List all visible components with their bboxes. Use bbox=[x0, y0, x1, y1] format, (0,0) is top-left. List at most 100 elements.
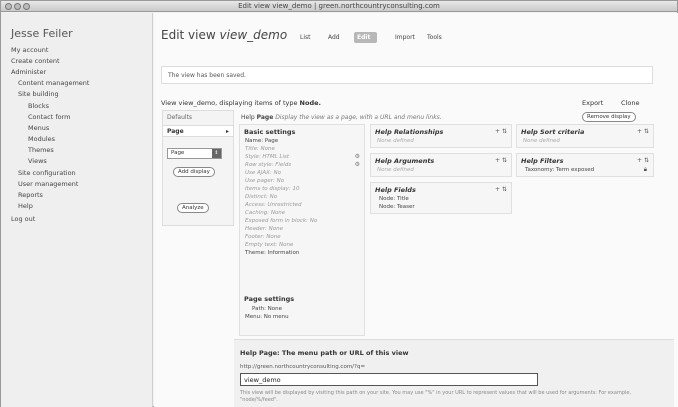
gear-icon[interactable]: ⚙ bbox=[355, 153, 360, 160]
sidebar-item-site-configuration[interactable]: Site configuration bbox=[18, 169, 76, 177]
setting-items-to-display[interactable]: Items to display: 10 bbox=[245, 186, 300, 192]
sidebar-item-contact-form[interactable]: Contact form bbox=[28, 113, 71, 121]
setting-header[interactable]: Header: None bbox=[245, 226, 283, 232]
display-help-line: Help Page Display the view as a page, wi… bbox=[241, 114, 442, 121]
add-rearrange-icon[interactable]: + ⇅ bbox=[637, 157, 649, 164]
clone-link[interactable]: Clone bbox=[621, 99, 639, 107]
tab-import[interactable]: Import bbox=[392, 32, 418, 43]
sort-criteria-heading: Help Sort criteria bbox=[521, 128, 585, 136]
page-title-prefix: Edit view bbox=[161, 28, 216, 42]
field-item[interactable]: Node: Teaser bbox=[379, 204, 415, 210]
help-description: Display the view as a page, with a URL a… bbox=[275, 114, 442, 121]
setting-use-pager[interactable]: Use pager: No bbox=[245, 178, 284, 184]
browser-window: Edit view view_demo | green.northcountry… bbox=[0, 0, 678, 407]
setting-menu[interactable]: Menu: No menu bbox=[245, 314, 289, 320]
basic-settings-panel: Basic settings Name: Page Title: None St… bbox=[239, 124, 365, 336]
tab-tools[interactable]: Tools bbox=[424, 32, 445, 43]
add-rearrange-icon[interactable]: + ⇅ bbox=[637, 128, 649, 135]
setting-title[interactable]: Title: None bbox=[245, 146, 275, 152]
window-title: Edit view view_demo | green.northcountry… bbox=[238, 2, 440, 10]
sidebar-item-themes[interactable]: Themes bbox=[28, 146, 54, 154]
main-content: Edit view view_demo List Add Edit Import… bbox=[154, 13, 678, 407]
sort-criteria-panel: Help Sort criteria + ⇅ None defined bbox=[516, 124, 654, 148]
lock-icon: 🔒︎ bbox=[643, 166, 647, 173]
gear-icon[interactable]: ⚙ bbox=[355, 161, 360, 168]
displays-column: Defaults Page ▸ Page ⇕ Add display Analy… bbox=[162, 110, 234, 226]
view-summary-text: View view_demo, displaying items of type bbox=[161, 99, 298, 107]
setting-exposed-form[interactable]: Exposed form in block: No bbox=[245, 218, 317, 224]
sidebar-item-create-content[interactable]: Create content bbox=[11, 57, 60, 65]
add-display-button[interactable]: Add display bbox=[173, 167, 215, 177]
setting-use-ajax[interactable]: Use AJAX: No bbox=[245, 170, 281, 176]
export-link[interactable]: Export bbox=[582, 99, 603, 107]
add-rearrange-icon[interactable]: + ⇅ bbox=[495, 186, 507, 193]
tab-list[interactable]: List bbox=[297, 32, 314, 43]
relationships-heading: Help Relationships bbox=[375, 128, 444, 136]
arguments-heading: Help Arguments bbox=[375, 157, 435, 165]
display-type-select-value: Page bbox=[171, 150, 185, 156]
sidebar-item-views[interactable]: Views bbox=[28, 157, 47, 165]
page-display-label: Page bbox=[167, 128, 184, 135]
remove-display-button[interactable]: Remove display bbox=[582, 112, 636, 122]
page-title: Edit view view_demo bbox=[161, 28, 287, 42]
sidebar-item-modules[interactable]: Modules bbox=[28, 135, 55, 143]
page-settings-heading: Page settings bbox=[244, 295, 295, 303]
filters-heading: Help Filters bbox=[521, 157, 564, 165]
sidebar-item-log-out[interactable]: Log out bbox=[11, 215, 35, 223]
user-name[interactable]: Jesse Feiler bbox=[11, 27, 73, 40]
sidebar-item-content-management[interactable]: Content management bbox=[18, 79, 89, 87]
setting-empty-text[interactable]: Empty text: None bbox=[245, 242, 293, 248]
setting-style[interactable]: Style: HTML List bbox=[245, 154, 289, 160]
sidebar-item-user-management[interactable]: User management bbox=[18, 180, 78, 188]
status-message: The view has been saved. bbox=[161, 66, 653, 84]
relationships-empty: None defined bbox=[377, 138, 414, 144]
fields-heading: Help Fields bbox=[375, 186, 416, 194]
setting-theme[interactable]: Theme: Information bbox=[245, 250, 299, 256]
setting-distinct[interactable]: Distinct: No bbox=[245, 194, 277, 200]
sort-criteria-empty: None defined bbox=[523, 138, 560, 144]
path-settings-panel: Help Page: The menu path or URL of this … bbox=[234, 339, 674, 407]
path-settings-heading: Help Page: The menu path or URL of this … bbox=[240, 349, 409, 357]
add-rearrange-icon[interactable]: + ⇅ bbox=[495, 157, 507, 164]
tab-add[interactable]: Add bbox=[325, 32, 343, 43]
setting-path[interactable]: Path: None bbox=[252, 306, 282, 312]
relationships-panel: Help Relationships + ⇅ None defined bbox=[370, 124, 512, 148]
sidebar-item-site-building[interactable]: Site building bbox=[18, 90, 59, 98]
setting-footer[interactable]: Footer: None bbox=[245, 234, 281, 240]
filter-item[interactable]: Taxonomy: Term exposed bbox=[525, 167, 594, 173]
setting-row-style[interactable]: Row style: Fields bbox=[245, 162, 291, 168]
setting-caching[interactable]: Caching: None bbox=[245, 210, 285, 216]
sidebar-item-help[interactable]: Help bbox=[18, 202, 33, 210]
fields-panel: Help Fields + ⇅ Node: Title Node: Teaser bbox=[370, 182, 512, 214]
filters-panel: Help Filters + ⇅ Taxonomy: Term exposed … bbox=[516, 153, 654, 177]
view-summary: View view_demo, displaying items of type… bbox=[161, 99, 321, 107]
setting-access[interactable]: Access: Unrestricted bbox=[245, 202, 302, 208]
setting-name[interactable]: Name: Page bbox=[245, 138, 278, 144]
title-bar: Edit view view_demo | green.northcountry… bbox=[1, 1, 677, 12]
path-input[interactable]: view_demo bbox=[240, 373, 538, 386]
sidebar: Jesse Feiler My account Create content A… bbox=[1, 13, 153, 407]
analyze-button[interactable]: Analyze bbox=[177, 203, 209, 213]
page-title-view-name: view_demo bbox=[219, 28, 288, 42]
sidebar-item-menus[interactable]: Menus bbox=[28, 124, 49, 132]
tab-page-display[interactable]: Page ▸ bbox=[163, 125, 233, 137]
sidebar-item-blocks[interactable]: Blocks bbox=[28, 102, 49, 110]
basic-settings-heading: Basic settings bbox=[244, 128, 296, 136]
arrow-right-icon: ▸ bbox=[225, 128, 229, 135]
display-type-select[interactable]: Page ⇕ bbox=[167, 148, 222, 159]
select-arrows-icon: ⇕ bbox=[212, 149, 221, 158]
view-summary-type: Node. bbox=[299, 99, 321, 107]
path-help-text: This view will be displayed by visiting … bbox=[240, 390, 632, 403]
path-url-prefix: http://green.northcountryconsulting.com/… bbox=[240, 364, 366, 370]
field-item[interactable]: Node: Title bbox=[379, 196, 409, 202]
tab-edit[interactable]: Edit bbox=[354, 32, 377, 43]
sidebar-item-reports[interactable]: Reports bbox=[18, 191, 43, 199]
sidebar-item-my-account[interactable]: My account bbox=[11, 46, 48, 54]
arguments-panel: Help Arguments + ⇅ None defined bbox=[370, 153, 512, 177]
help-link[interactable]: Help bbox=[241, 114, 255, 121]
tab-defaults[interactable]: Defaults bbox=[167, 114, 192, 121]
arguments-empty: None defined bbox=[377, 167, 414, 173]
add-rearrange-icon[interactable]: + ⇅ bbox=[495, 128, 507, 135]
sidebar-item-administer[interactable]: Administer bbox=[11, 68, 46, 76]
help-display-name: Page bbox=[256, 114, 274, 121]
